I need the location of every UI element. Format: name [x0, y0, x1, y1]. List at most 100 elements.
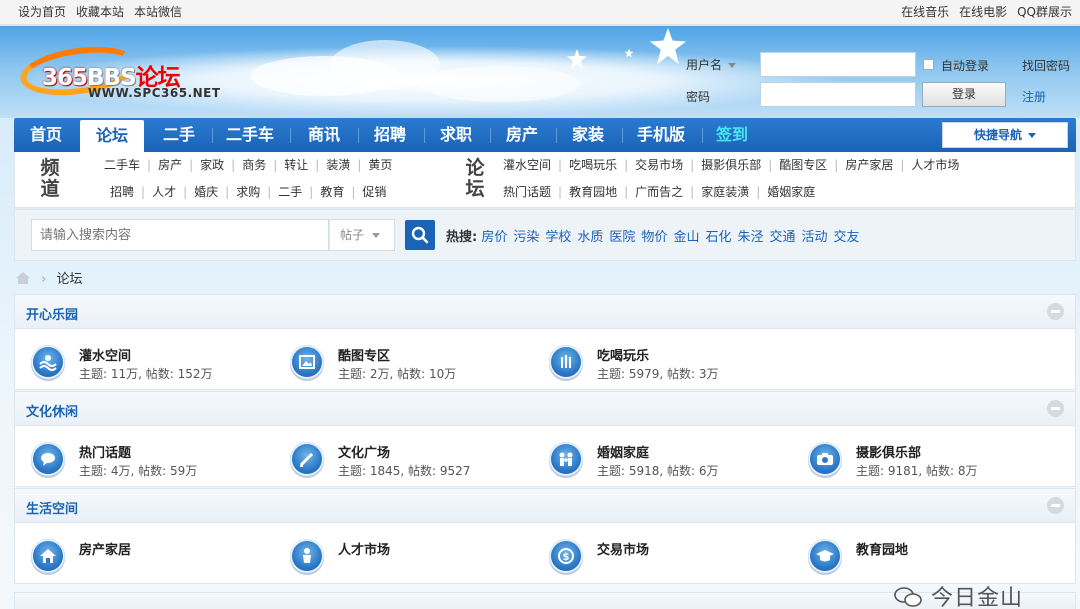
nav-home-decoration[interactable]: 家装: [562, 118, 614, 152]
nav-divider: [424, 128, 425, 143]
section-title[interactable]: 开心乐园: [26, 304, 78, 323]
breadcrumb-current[interactable]: 论坛: [56, 272, 82, 287]
forum-channel-link[interactable]: 婚姻家庭: [767, 185, 815, 199]
password-input[interactable]: [760, 82, 916, 107]
collapse-icon[interactable]: [1047, 303, 1064, 320]
logo-number: 365: [42, 65, 88, 91]
channel-link[interactable]: 招聘: [110, 185, 134, 199]
hot-keyword[interactable]: 交友: [834, 230, 860, 245]
quick-nav-dropdown[interactable]: 快捷导航: [942, 122, 1068, 148]
qq-group-link[interactable]: QQ群展示: [1017, 5, 1072, 19]
forum-name[interactable]: 房产家居: [79, 539, 131, 558]
channel-link[interactable]: 商务: [242, 158, 266, 172]
channel-link[interactable]: 促销: [362, 185, 386, 199]
nav-real-estate[interactable]: 房产: [496, 118, 548, 152]
nav-business-news[interactable]: 商讯: [298, 118, 350, 152]
nav-used-cars[interactable]: 二手车: [218, 118, 282, 152]
hot-keyword[interactable]: 污染: [513, 230, 539, 245]
online-music-link[interactable]: 在线音乐: [901, 5, 949, 19]
forum-name[interactable]: 教育园地: [856, 539, 908, 558]
forum-channel-link[interactable]: 吃喝玩乐: [569, 158, 617, 172]
nav-home[interactable]: 首页: [20, 118, 72, 152]
site-wechat-link[interactable]: 本站微信: [134, 5, 182, 19]
hot-keyword[interactable]: 活动: [802, 230, 828, 245]
camera-icon: [808, 442, 842, 476]
collapse-icon[interactable]: [1047, 400, 1064, 417]
channel-link[interactable]: 婚庆: [194, 185, 218, 199]
forum-channel-link[interactable]: 酷图专区: [779, 158, 827, 172]
username-input[interactable]: [760, 52, 916, 77]
nav-job-seeking[interactable]: 求职: [430, 118, 482, 152]
forum-name[interactable]: 婚姻家庭: [597, 442, 649, 461]
hot-keyword[interactable]: 物价: [641, 230, 667, 245]
nav-forum[interactable]: 论坛: [80, 120, 144, 152]
auto-login-label[interactable]: 自动登录: [941, 57, 989, 74]
forum-name[interactable]: 酷图专区: [338, 345, 390, 364]
channel-link[interactable]: 转让: [284, 158, 308, 172]
forum-name[interactable]: 交易市场: [597, 539, 649, 558]
forum-channel-link[interactable]: 教育园地: [569, 185, 617, 199]
forum-channel-link[interactable]: 交易市场: [635, 158, 683, 172]
nav-divider: [212, 128, 213, 143]
search-type-select[interactable]: 帖子: [329, 219, 395, 251]
watermark: 今日金山: [893, 580, 1023, 609]
channel-link[interactable]: 装潢: [326, 158, 350, 172]
nav-recruitment[interactable]: 招聘: [364, 118, 416, 152]
nav-secondhand[interactable]: 二手: [154, 118, 204, 152]
forum-channel-link[interactable]: 人才市场: [911, 158, 959, 172]
forum-name[interactable]: 人才市场: [338, 539, 390, 558]
bookmark-site-link[interactable]: 收藏本站: [76, 5, 124, 19]
breadcrumb-separator: ›: [41, 272, 47, 287]
forum-channel-link[interactable]: 广而告之: [635, 185, 683, 199]
find-password-link[interactable]: 找回密码: [1022, 57, 1070, 74]
collapse-icon[interactable]: [1047, 497, 1064, 514]
online-movie-link[interactable]: 在线电影: [959, 5, 1007, 19]
star-icon: [624, 48, 634, 58]
channel-link[interactable]: 房产: [158, 158, 182, 172]
hot-keyword[interactable]: 朱泾: [737, 230, 763, 245]
auto-login-checkbox[interactable]: [923, 59, 934, 70]
channel-link[interactable]: 人才: [152, 185, 176, 199]
forum-name[interactable]: 摄影俱乐部: [856, 442, 921, 461]
forum-stats: 主题: 5918, 帖数: 6万: [597, 464, 719, 478]
money-icon: $: [549, 539, 583, 573]
forum-channel-link[interactable]: 热门话题: [503, 185, 551, 199]
section-title[interactable]: 生活空间: [26, 498, 78, 517]
hot-keyword[interactable]: 交通: [769, 230, 795, 245]
search-button[interactable]: [405, 220, 435, 250]
hot-keyword[interactable]: 医院: [609, 230, 635, 245]
search-input[interactable]: [31, 219, 329, 251]
channel-link[interactable]: 求购: [236, 185, 260, 199]
channel-link[interactable]: 教育: [320, 185, 344, 199]
hot-keyword[interactable]: 房价: [481, 230, 507, 245]
channel-row-1: 二手车 | 房产 | 家政 | 商务 | 转让 | 装潢 | 黄页: [104, 158, 393, 172]
forum-name[interactable]: 吃喝玩乐: [597, 345, 649, 364]
nav-mobile-version[interactable]: 手机版: [628, 118, 694, 152]
channel-link[interactable]: 黄页: [368, 158, 392, 172]
login-button[interactable]: 登录: [922, 82, 1006, 107]
hot-keyword[interactable]: 金山: [673, 230, 699, 245]
hot-keyword[interactable]: 石化: [705, 230, 731, 245]
forum-name[interactable]: 热门话题: [79, 442, 131, 461]
home-icon[interactable]: [15, 271, 31, 285]
picture-icon: [290, 345, 324, 379]
chevron-down-icon[interactable]: [728, 63, 737, 68]
set-homepage-link[interactable]: 设为首页: [18, 5, 66, 19]
forum-channel-link[interactable]: 家庭装潢: [701, 185, 749, 199]
channel-link[interactable]: 家政: [200, 158, 224, 172]
forum-channel-link[interactable]: 摄影俱乐部: [701, 158, 761, 172]
site-logo[interactable]: 365BBS论坛 WWW.SPC365.NET: [17, 40, 225, 106]
section-title[interactable]: 文化休闲: [26, 401, 78, 420]
register-link[interactable]: 注册: [1022, 88, 1046, 105]
nav-sign-in[interactable]: 签到: [708, 118, 756, 152]
channel-link[interactable]: 二手车: [104, 158, 140, 172]
hot-keyword[interactable]: 水质: [577, 230, 603, 245]
top-links-left: 设为首页 收藏本站 本站微信: [18, 0, 192, 24]
forum-name[interactable]: 灌水空间: [79, 345, 131, 364]
channel-link[interactable]: 二手: [278, 185, 302, 199]
hot-keyword[interactable]: 学校: [545, 230, 571, 245]
forum-name[interactable]: 文化广场: [338, 442, 390, 461]
nav-divider: [556, 128, 557, 143]
forum-channel-link[interactable]: 房产家居: [845, 158, 893, 172]
forum-channel-link[interactable]: 灌水空间: [503, 158, 551, 172]
